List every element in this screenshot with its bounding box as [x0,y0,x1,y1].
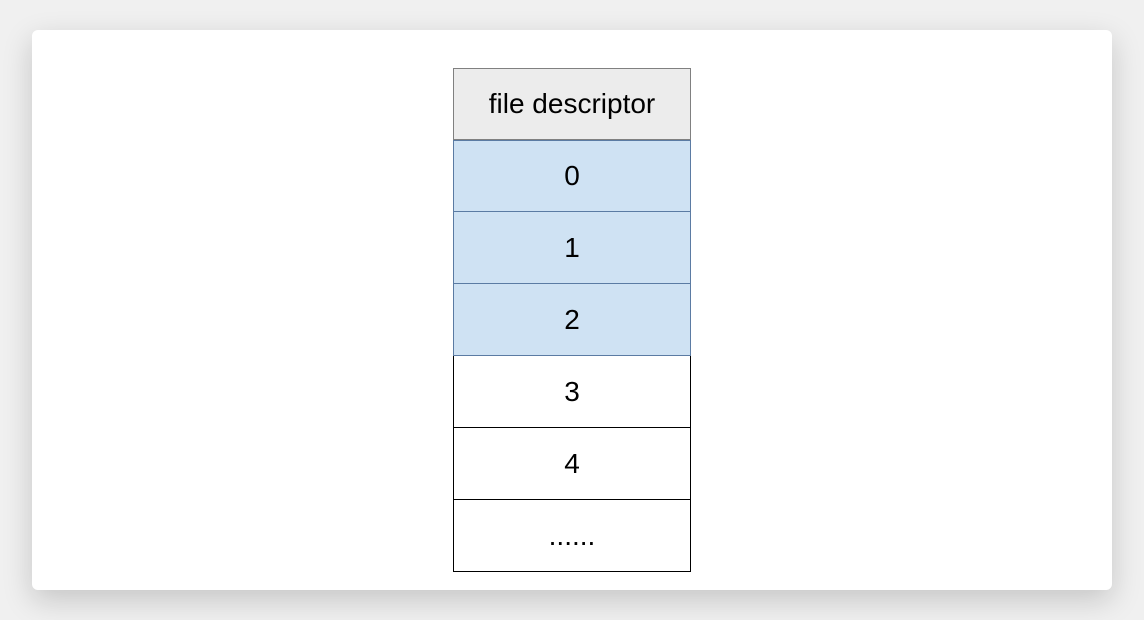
fd-row-ellipsis: ...... [453,500,691,572]
file-descriptor-table: file descriptor 0 1 2 3 4 ...... [453,68,691,572]
diagram-card: file descriptor 0 1 2 3 4 ...... [32,30,1112,590]
fd-row-3: 3 [453,356,691,428]
fd-table-header: file descriptor [453,68,691,140]
fd-row-1: 1 [453,212,691,284]
fd-row-2: 2 [453,284,691,356]
fd-row-0: 0 [453,140,691,212]
fd-row-4: 4 [453,428,691,500]
